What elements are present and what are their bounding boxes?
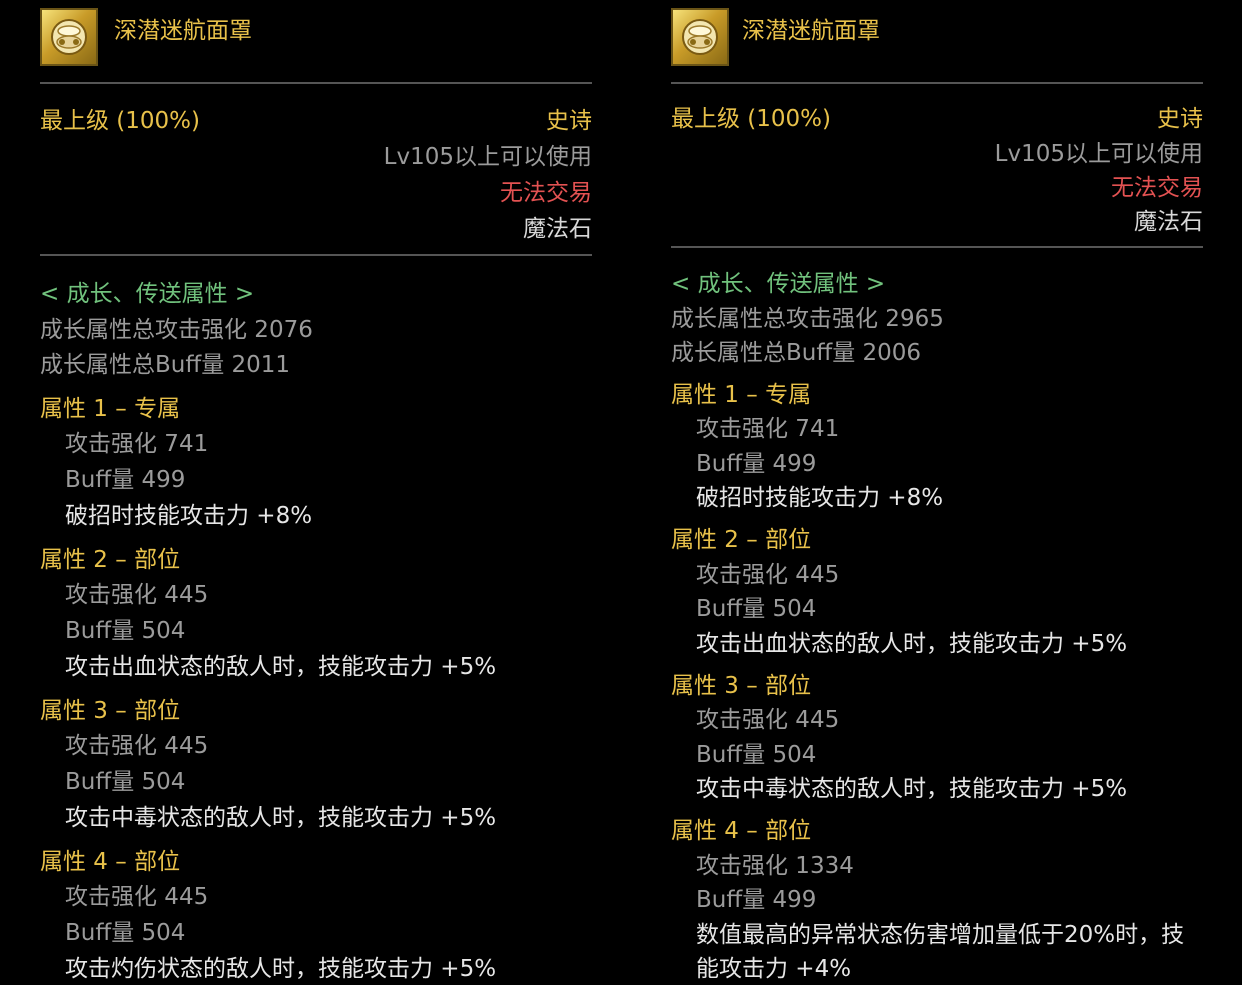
attr-2-buff: Buff量 504 xyxy=(696,596,817,622)
attr-2-attack: 攻击强化 445 xyxy=(696,562,840,588)
attr-1-effect: 破招时技能攻击力 +8% xyxy=(65,503,313,529)
item-rarity: 史诗 xyxy=(1157,106,1203,132)
attr-3-attack: 攻击强化 445 xyxy=(696,707,840,733)
level-requirement: Lv105以上可以使用 xyxy=(994,141,1203,167)
attr-4-effect-line2: 能攻击力 +4% xyxy=(696,956,852,982)
attr-1-attack: 攻击强化 741 xyxy=(65,431,209,457)
trade-status: 无法交易 xyxy=(500,180,592,206)
attr-1-effect: 破招时技能攻击力 +8% xyxy=(696,485,944,511)
attr-3-buff: Buff量 504 xyxy=(65,769,186,795)
attr-3-attack: 攻击强化 445 xyxy=(65,733,209,759)
tooltip-header: 深潜迷航面罩 xyxy=(671,0,1203,84)
total-buff: 成长属性总Buff量 2011 xyxy=(40,352,291,378)
item-rarity: 史诗 xyxy=(546,108,592,134)
item-info: 最上级 (100%) 史诗 Lv105以上可以使用 无法交易 魔法石 xyxy=(671,84,1203,248)
item-tooltip-right: 深潜迷航面罩 最上级 (100%) 史诗 Lv105以上可以使用 无法交易 魔法… xyxy=(671,0,1203,982)
item-name: 深潜迷航面罩 xyxy=(742,18,880,44)
attr-1-buff: Buff量 499 xyxy=(696,451,817,477)
attr-3-title: 属性 3 – 部位 xyxy=(40,698,181,724)
attr-4-title: 属性 4 – 部位 xyxy=(671,818,812,844)
attr-4-title: 属性 4 – 部位 xyxy=(40,849,181,875)
total-attack: 成长属性总攻击强化 2965 xyxy=(671,306,944,332)
attr-3-effect: 攻击中毒状态的敌人时，技能攻击力 +5% xyxy=(696,776,1128,802)
item-info: 最上级 (100%) 史诗 Lv105以上可以使用 无法交易 魔法石 xyxy=(40,84,592,256)
attr-4-effect: 攻击灼伤状态的敌人时，技能攻击力 +5% xyxy=(65,956,497,982)
attr-3-title: 属性 3 – 部位 xyxy=(671,673,812,699)
item-tooltip-left: 深潜迷航面罩 最上级 (100%) 史诗 Lv105以上可以使用 无法交易 魔法… xyxy=(40,0,592,982)
attr-4-effect-line1: 数值最高的异常状态伤害增加量低于20%时，技 xyxy=(696,922,1185,948)
section-title: < 成长、传送属性 > xyxy=(671,271,886,297)
attr-1-attack: 攻击强化 741 xyxy=(696,416,840,442)
attr-4-buff: Buff量 504 xyxy=(65,920,186,946)
attr-2-effect: 攻击出血状态的敌人时，技能攻击力 +5% xyxy=(65,654,497,680)
attr-3-buff: Buff量 504 xyxy=(696,742,817,768)
section-title: < 成长、传送属性 > xyxy=(40,281,255,307)
item-kind: 魔法石 xyxy=(1134,209,1203,235)
level-requirement: Lv105以上可以使用 xyxy=(383,144,592,170)
mask-item-icon xyxy=(40,8,98,66)
item-kind: 魔法石 xyxy=(523,216,592,242)
tooltip-header: 深潜迷航面罩 xyxy=(40,0,592,84)
attr-1-buff: Buff量 499 xyxy=(65,467,186,493)
attr-2-attack: 攻击强化 445 xyxy=(65,582,209,608)
attr-2-buff: Buff量 504 xyxy=(65,618,186,644)
attr-1-title: 属性 1 – 专属 xyxy=(40,396,181,422)
total-buff: 成长属性总Buff量 2006 xyxy=(671,340,922,366)
attr-2-title: 属性 2 – 部位 xyxy=(671,527,812,553)
attr-4-buff: Buff量 499 xyxy=(696,887,817,913)
trade-status: 无法交易 xyxy=(1111,175,1203,201)
attr-1-title: 属性 1 – 专属 xyxy=(671,382,812,408)
total-attack: 成长属性总攻击强化 2076 xyxy=(40,317,313,343)
mask-item-icon xyxy=(671,8,729,66)
attr-3-effect: 攻击中毒状态的敌人时，技能攻击力 +5% xyxy=(65,805,497,831)
item-grade: 最上级 (100%) xyxy=(671,106,832,132)
attr-4-attack: 攻击强化 1334 xyxy=(696,853,854,879)
attr-2-effect: 攻击出血状态的敌人时，技能攻击力 +5% xyxy=(696,631,1128,657)
attr-4-attack: 攻击强化 445 xyxy=(65,884,209,910)
item-name: 深潜迷航面罩 xyxy=(114,18,252,44)
attr-2-title: 属性 2 – 部位 xyxy=(40,547,181,573)
item-grade: 最上级 (100%) xyxy=(40,108,201,134)
